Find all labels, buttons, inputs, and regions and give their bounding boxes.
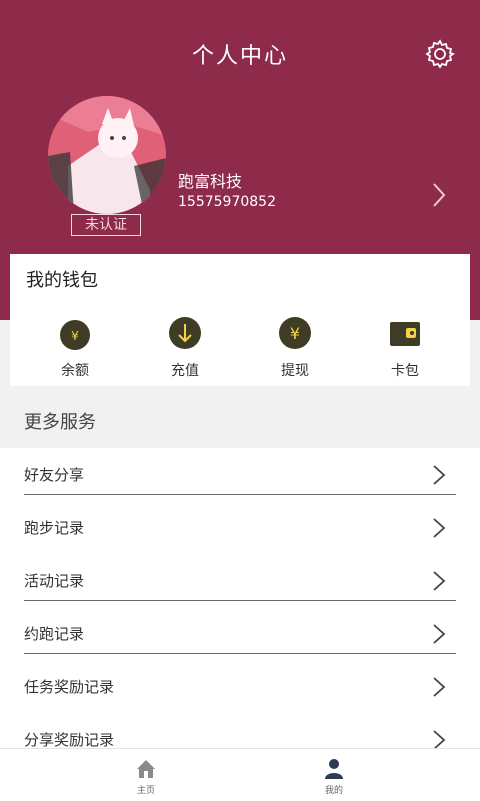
wallet-card-pack-label: 卡包 xyxy=(391,363,419,379)
nav-mine[interactable]: 我的 xyxy=(304,757,364,796)
service-item-task-reward-record[interactable]: 任务奖励记录 xyxy=(0,660,480,713)
service-item-label: 约跑记录 xyxy=(24,625,85,643)
wallet-balance-button[interactable]: ¥ 余额 xyxy=(35,316,115,380)
chevron-right-icon xyxy=(433,465,446,485)
person-icon xyxy=(325,759,343,779)
phone-number: 15575970852 xyxy=(178,194,276,210)
service-item-label: 跑步记录 xyxy=(24,519,85,537)
chevron-right-icon xyxy=(433,624,446,644)
service-item-friend-share[interactable]: 好友分享 xyxy=(0,448,480,501)
company-name: 跑富科技 xyxy=(178,172,243,191)
download-circle-icon xyxy=(169,317,201,349)
money-bag-icon: ¥ xyxy=(60,320,90,350)
wallet-balance-label: 余额 xyxy=(61,363,89,379)
more-services-title: 更多服务 xyxy=(24,412,96,433)
service-item-label: 分享奖励记录 xyxy=(24,731,115,749)
chevron-right-icon xyxy=(433,677,446,697)
services-list: 好友分享 跑步记录 活动记录 约跑记录 任务奖励记录 分享奖励记录 xyxy=(0,448,480,750)
nav-mine-label: 我的 xyxy=(324,786,343,796)
divider xyxy=(24,494,456,495)
wallet-icon xyxy=(390,322,420,346)
home-icon xyxy=(137,760,155,778)
wallet-card: 我的钱包 ¥ 余额 充值 ¥ 提现 卡包 xyxy=(10,254,470,386)
divider xyxy=(24,600,456,601)
chevron-right-icon xyxy=(433,571,446,591)
service-item-activity-record[interactable]: 活动记录 xyxy=(0,554,480,607)
service-item-label: 活动记录 xyxy=(24,572,85,590)
profile-chevron-right-icon[interactable] xyxy=(428,180,450,210)
service-item-label: 任务奖励记录 xyxy=(24,678,115,696)
settings-gear-icon[interactable] xyxy=(424,38,456,70)
service-item-run-date-record[interactable]: 约跑记录 xyxy=(0,607,480,660)
chevron-right-icon xyxy=(433,518,446,538)
wallet-recharge-button[interactable]: 充值 xyxy=(145,316,225,380)
verification-status-badge: 未认证 xyxy=(71,214,141,236)
wallet-recharge-label: 充值 xyxy=(171,363,199,379)
service-item-label: 好友分享 xyxy=(24,466,85,484)
bottom-navigation: 主页 我的 xyxy=(0,748,480,801)
wallet-withdraw-label: 提现 xyxy=(281,363,309,379)
wallet-title: 我的钱包 xyxy=(26,270,98,291)
divider xyxy=(24,653,456,654)
service-item-run-record[interactable]: 跑步记录 xyxy=(0,501,480,554)
nav-home[interactable]: 主页 xyxy=(116,757,176,796)
page-title: 个人中心 xyxy=(191,44,288,69)
nav-home-label: 主页 xyxy=(136,786,155,796)
wallet-card-pack-button[interactable]: 卡包 xyxy=(365,316,445,380)
wallet-withdraw-button[interactable]: ¥ 提现 xyxy=(255,316,335,380)
svg-text:¥: ¥ xyxy=(71,329,79,343)
avatar[interactable] xyxy=(48,96,166,214)
svg-text:¥: ¥ xyxy=(290,324,300,343)
yen-circle-icon: ¥ xyxy=(279,317,311,349)
